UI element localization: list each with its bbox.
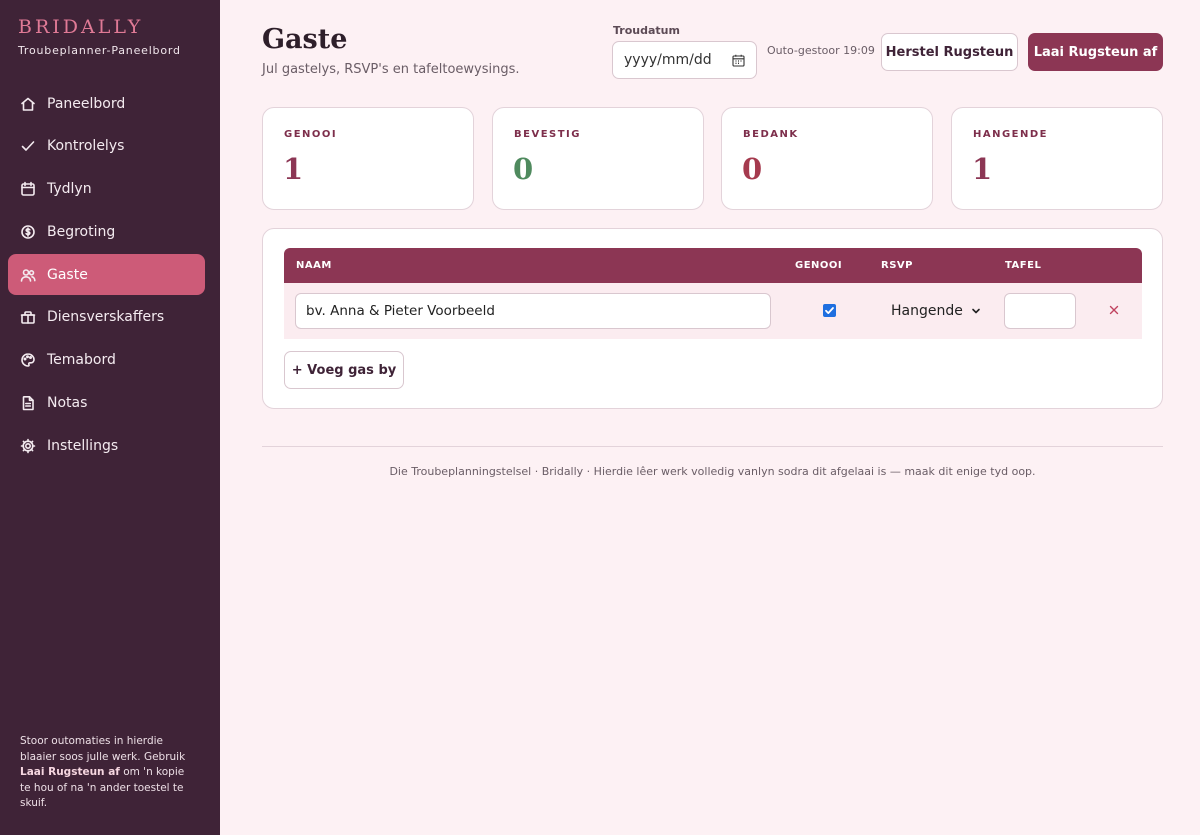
footer-text: Die Troubeplanningstelsel · Bridally · H… [389, 465, 1036, 478]
sidebar-item-label: Diensverskaffers [47, 309, 165, 326]
rsvp-select[interactable]: Hangende [891, 300, 986, 322]
users-icon [20, 267, 36, 283]
stat-card-pending: HANGENDE 1 [951, 107, 1163, 210]
stat-value: 0 [513, 152, 534, 186]
brand-subtitle: Troubeplanner-Paneelbord [18, 44, 181, 57]
sidebar-item-temabord[interactable]: Temabord [8, 340, 205, 381]
rsvp-value: Hangende [891, 303, 963, 319]
sidebar: BRIDALLY Troubeplanner-Paneelbord Paneel… [0, 0, 220, 835]
guest-name-input[interactable]: bv. Anna & Pieter Voorbeeld [295, 293, 771, 329]
sidebar-item-gaste[interactable]: Gaste [8, 254, 205, 296]
gear-icon [20, 438, 36, 454]
chevron-down-icon [972, 308, 980, 314]
stat-value: 1 [972, 152, 993, 186]
add-guest-button[interactable]: + Voeg gas by [284, 351, 404, 389]
wedding-date-placeholder: yyyy/mm/dd [624, 52, 712, 68]
sidebar-item-label: Paneelbord [47, 95, 126, 112]
sidebar-item-begroting[interactable]: Begroting [8, 211, 205, 252]
sidebar-item-label: Notas [47, 395, 88, 412]
sidebar-note-line1: Stoor outomaties in hierdie blaaier soos… [20, 735, 163, 763]
sidebar-item-diensverskaffers[interactable]: Diensverskaffers [8, 297, 205, 338]
stat-value: 1 [283, 152, 304, 186]
stat-card-invited: GENOOI 1 [262, 107, 474, 210]
stat-label: BEDANK [743, 129, 799, 140]
sidebar-item-label: Temabord [47, 352, 116, 369]
stat-card-declined: BEDANK 0 [721, 107, 933, 210]
download-backup-button[interactable]: Laai Rugsteun af [1028, 33, 1163, 71]
stat-label: HANGENDE [973, 129, 1049, 140]
guest-name-placeholder: bv. Anna & Pieter Voorbeeld [306, 303, 495, 319]
guest-table-card: NAAM GENOOI RSVP TAFEL bv. Anna & Pieter… [262, 228, 1163, 409]
stat-label: GENOOI [284, 129, 338, 140]
sidebar-nav: Paneelbord Kontrolelys Tydlyn Begroting … [8, 83, 205, 468]
table-row: bv. Anna & Pieter Voorbeeld Hangende [284, 283, 1142, 339]
sidebar-item-paneelbord[interactable]: Paneelbord [8, 83, 205, 124]
stat-card-confirmed: BEVESTIG 0 [492, 107, 704, 210]
palette-icon [20, 352, 36, 368]
sidebar-note: Stoor outomaties in hierdie blaaier soos… [20, 734, 195, 812]
document-icon [20, 395, 36, 411]
sidebar-item-notas[interactable]: Notas [8, 383, 205, 424]
sidebar-note-bold: Laai Rugsteun af [20, 766, 120, 778]
invited-checkbox[interactable] [823, 304, 836, 317]
sidebar-item-label: Begroting [47, 223, 116, 240]
calendar-icon [20, 181, 36, 197]
column-header-table: TAFEL [1005, 260, 1042, 271]
remove-guest-icon[interactable] [1108, 304, 1120, 316]
column-header-invited: GENOOI [795, 260, 843, 271]
page-title: Gaste [262, 24, 348, 55]
table-number-input[interactable] [1004, 293, 1076, 329]
brand-logo: BRIDALLY [18, 16, 144, 38]
page-subtitle: Jul gastelys, RSVP's en tafeltoewysings. [262, 62, 520, 77]
sidebar-item-kontrolelys[interactable]: Kontrolelys [8, 126, 205, 167]
sidebar-item-tydlyn[interactable]: Tydlyn [8, 169, 205, 210]
stat-value: 0 [742, 152, 763, 186]
guest-table-header: NAAM GENOOI RSVP TAFEL [284, 248, 1142, 283]
footer-divider [262, 446, 1163, 447]
wedding-date-label: Troudatum [613, 24, 680, 37]
column-header-rsvp: RSVP [881, 260, 913, 271]
checkmark-icon [825, 307, 834, 314]
stat-label: BEVESTIG [514, 129, 581, 140]
sidebar-item-label: Gaste [47, 266, 88, 283]
column-header-name: NAAM [296, 260, 332, 271]
sidebar-item-label: Instellings [47, 437, 119, 454]
autosave-status: Outo-gestoor 19:09 [767, 44, 875, 57]
calendar-icon[interactable] [732, 54, 745, 67]
sidebar-item-label: Tydlyn [47, 181, 92, 198]
coin-icon [20, 224, 36, 240]
restore-backup-button[interactable]: Herstel Rugsteun [881, 33, 1018, 71]
check-icon [20, 138, 36, 154]
wedding-date-input[interactable]: yyyy/mm/dd [612, 41, 757, 79]
gift-icon [20, 309, 36, 325]
home-icon [20, 96, 36, 112]
sidebar-item-label: Kontrolelys [47, 138, 125, 155]
sidebar-note-prefix: Gebruik [143, 750, 186, 763]
sidebar-item-instellings[interactable]: Instellings [8, 425, 205, 466]
